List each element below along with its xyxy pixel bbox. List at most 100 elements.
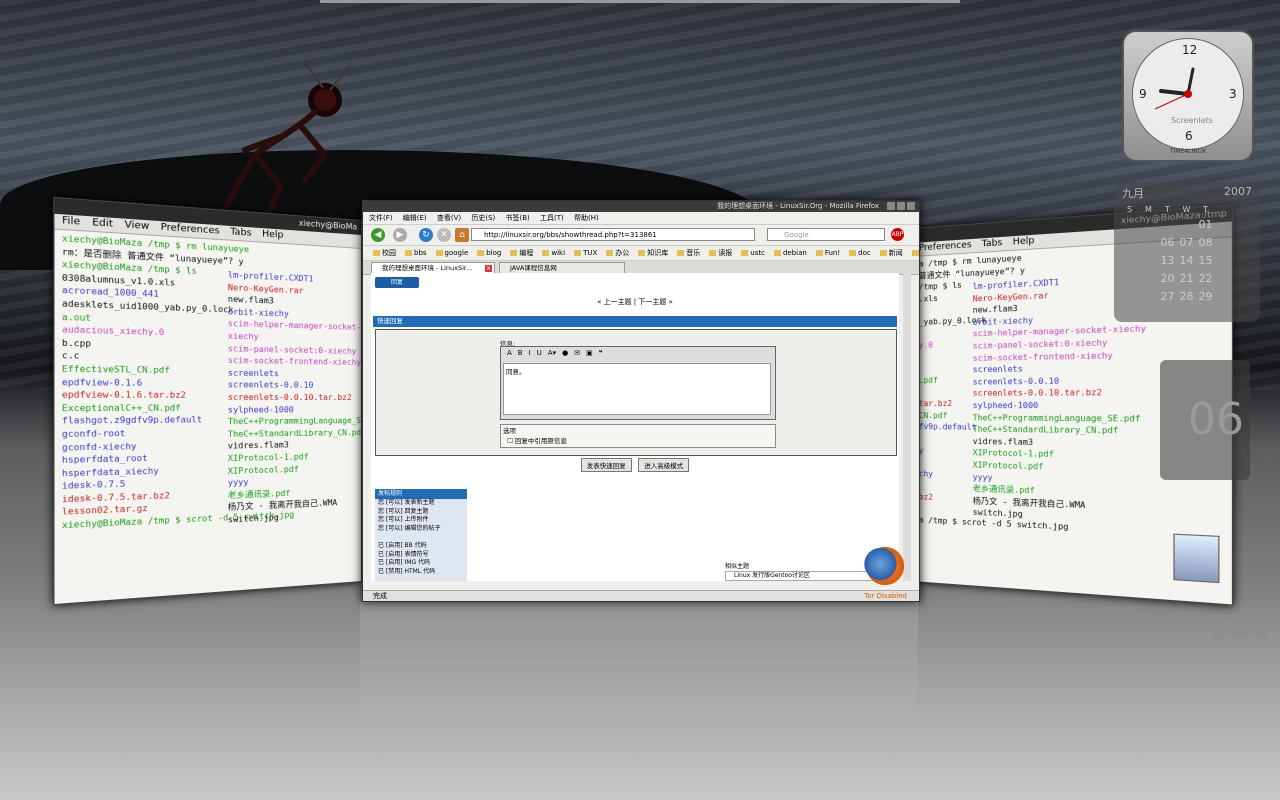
stop-icon[interactable]: ✕ bbox=[437, 228, 451, 242]
calendar-day[interactable]: 28 bbox=[1177, 288, 1196, 306]
menu-view[interactable]: View bbox=[125, 220, 150, 233]
bookmark-folder[interactable]: google bbox=[436, 249, 469, 257]
clock-screenlet[interactable]: 12 3 6 9 Screenlets TIME4LINUX bbox=[1122, 30, 1254, 162]
calendar-day[interactable]: 06 bbox=[1158, 234, 1177, 252]
bookmark-folder[interactable]: bbs bbox=[405, 249, 427, 257]
terminal-line: TheC++StandardLibrary_CN.pdf bbox=[228, 426, 362, 440]
posting-rule: 您 [可以] 回复主题 bbox=[375, 508, 467, 517]
tab-linuxsir[interactable]: 我的理想桌面环境 - LinuxSir... × bbox=[371, 262, 495, 273]
bookmark-folder[interactable]: Fun! bbox=[816, 249, 840, 257]
quote-option[interactable]: ☐ 回复中引用原信息 bbox=[501, 435, 775, 445]
calendar-day bbox=[1120, 216, 1139, 234]
email-icon[interactable]: ✉ bbox=[574, 347, 580, 359]
submit-quick-reply-button[interactable]: 发表快速回复 bbox=[581, 458, 632, 472]
options-box: 选项 ☐ 回复中引用原信息 bbox=[500, 424, 776, 448]
menu-file[interactable]: File bbox=[62, 215, 80, 227]
firefox-window[interactable]: 我的理想桌面环境 - LinuxSir.Org - Mozilla Firefo… bbox=[362, 200, 920, 602]
reload-icon[interactable]: ↻ bbox=[419, 228, 433, 242]
menu-preferences[interactable]: Preferences bbox=[919, 240, 972, 254]
quote-icon[interactable]: ❝ bbox=[599, 347, 603, 359]
bookmark-folder[interactable]: 办公 bbox=[606, 249, 629, 257]
forward-icon[interactable]: ▶ bbox=[393, 228, 407, 242]
menu-preferences[interactable]: Preferences bbox=[161, 222, 220, 237]
menu-edit[interactable]: 编辑(E) bbox=[403, 214, 427, 222]
posting-rule: 已 [启用] 表情符号 bbox=[375, 551, 467, 560]
thread-pager[interactable]: « 上一主题 | 下一主题 » bbox=[371, 297, 899, 307]
bold-icon[interactable]: B bbox=[518, 347, 523, 359]
menu-edit[interactable]: Edit bbox=[92, 217, 113, 229]
calendar-day[interactable]: 14 bbox=[1177, 252, 1196, 270]
calendar-weekday: W bbox=[1177, 204, 1196, 216]
menu-help[interactable]: Help bbox=[262, 229, 283, 241]
link-icon[interactable]: ● bbox=[562, 347, 568, 359]
workspace-label: 2-gentoo-r8 bbox=[1202, 628, 1267, 641]
bookmark-folder[interactable]: gentoo bbox=[912, 249, 919, 257]
skeleton-figure bbox=[205, 60, 355, 230]
menu-tools[interactable]: 工具(T) bbox=[540, 214, 564, 222]
calendar-day[interactable]: 07 bbox=[1177, 234, 1196, 252]
bookmark-folder[interactable]: 新闻 bbox=[880, 249, 903, 257]
calendar-screenlet[interactable]: 九月 2007 S M T W T 01 06 07 08 13 14 15 20 21 22 27… bbox=[1114, 182, 1260, 322]
bookmark-folder[interactable]: TUX bbox=[574, 249, 597, 257]
submit-row: 发表快速回复 进入高级模式 bbox=[371, 458, 899, 472]
tab-java[interactable]: JAVA课程信息网 bbox=[499, 262, 625, 273]
reply-button[interactable]: 回复 bbox=[375, 277, 419, 288]
bookmark-folder[interactable]: 音乐 bbox=[677, 249, 700, 257]
adblock-icon[interactable]: ABP bbox=[891, 228, 904, 241]
calendar-day[interactable]: 08 bbox=[1196, 234, 1215, 252]
posting-rule: 已 [启用] IMG 代码 bbox=[375, 559, 467, 568]
message-textarea[interactable]: 同意。 bbox=[503, 363, 771, 415]
menu-bookmarks[interactable]: 书签(B) bbox=[506, 214, 530, 222]
terminal-line: screenlets-0.0.10.tar.bz2 bbox=[973, 387, 1147, 400]
advanced-mode-button[interactable]: 进入高级模式 bbox=[638, 458, 689, 472]
home-icon[interactable]: ⌂ bbox=[455, 228, 469, 242]
posting-rule: 您 [可以] 编辑您的帖子 bbox=[375, 525, 467, 534]
bookmark-folder[interactable]: blog bbox=[477, 249, 501, 257]
calendar-day[interactable]: 29 bbox=[1196, 288, 1215, 306]
calendar-day bbox=[1120, 288, 1139, 306]
font-icon[interactable]: A bbox=[507, 347, 512, 359]
bookmark-folder[interactable]: wiki bbox=[542, 249, 565, 257]
calendar-day[interactable]: 22 bbox=[1196, 270, 1215, 288]
menu-help[interactable]: Help bbox=[1013, 236, 1035, 248]
minimize-icon[interactable] bbox=[887, 202, 895, 210]
calendar-day[interactable]: 01 bbox=[1196, 216, 1215, 234]
search-input[interactable]: Google bbox=[767, 228, 885, 241]
menu-view[interactable]: 查看(V) bbox=[437, 214, 461, 222]
window-title: 我的理想桌面环境 - LinuxSir.Org - Mozilla Firefo… bbox=[717, 202, 879, 210]
bookmark-folder[interactable]: doc bbox=[849, 249, 871, 257]
terminal-output[interactable]: xiechy@BioMaza /tmp $ rm lunayueye rm：是否删… bbox=[55, 230, 362, 535]
page-scrollbar[interactable] bbox=[903, 273, 911, 581]
terminal-window-left[interactable]: xiechy@BioMa File Edit View Preferences … bbox=[53, 197, 362, 605]
calendar-weekday: S bbox=[1120, 204, 1139, 216]
bookmark-folder[interactable]: 校园 bbox=[373, 249, 396, 257]
posting-rule: 您 [可以] 发表新主题 bbox=[375, 499, 467, 508]
color-icon[interactable]: A▾ bbox=[548, 347, 556, 359]
calendar-day[interactable]: 15 bbox=[1196, 252, 1215, 270]
calendar-day[interactable]: 27 bbox=[1158, 288, 1177, 306]
bookmark-folder[interactable]: 知识库 bbox=[638, 249, 668, 257]
back-icon[interactable]: ◀ bbox=[371, 228, 385, 242]
underline-icon[interactable]: U bbox=[537, 347, 542, 359]
bookmark-folder[interactable]: 编程 bbox=[510, 249, 533, 257]
close-tab-icon[interactable]: × bbox=[485, 265, 492, 272]
menu-history[interactable]: 历史(S) bbox=[471, 214, 495, 222]
posting-rules-box: 发帖规则 您 [可以] 发表新主题您 [可以] 回复主题您 [可以] 上传附件您… bbox=[375, 489, 467, 581]
url-bar[interactable]: http://linuxsir.org/bbs/showthread.php?t… bbox=[471, 228, 755, 241]
menu-help[interactable]: 帮助(H) bbox=[574, 214, 599, 222]
calendar-day[interactable]: 13 bbox=[1158, 252, 1177, 270]
calendar-day[interactable]: 21 bbox=[1177, 270, 1196, 288]
calendar-day[interactable]: 20 bbox=[1158, 270, 1177, 288]
close-icon[interactable] bbox=[907, 202, 915, 210]
calendar-day bbox=[1139, 234, 1158, 252]
bookmark-folder[interactable]: debian bbox=[774, 249, 807, 257]
menu-tabs[interactable]: Tabs bbox=[230, 227, 251, 239]
italic-icon[interactable]: I bbox=[529, 347, 531, 359]
tor-status[interactable]: Tor Disabled bbox=[864, 591, 907, 602]
menu-tabs[interactable]: Tabs bbox=[982, 238, 1003, 250]
menu-file[interactable]: 文件(F) bbox=[369, 214, 393, 222]
bookmark-folder[interactable]: 读报 bbox=[709, 249, 732, 257]
maximize-icon[interactable] bbox=[897, 202, 905, 210]
bookmark-folder[interactable]: ustc bbox=[741, 249, 765, 257]
image-icon[interactable]: ▣ bbox=[586, 347, 593, 359]
